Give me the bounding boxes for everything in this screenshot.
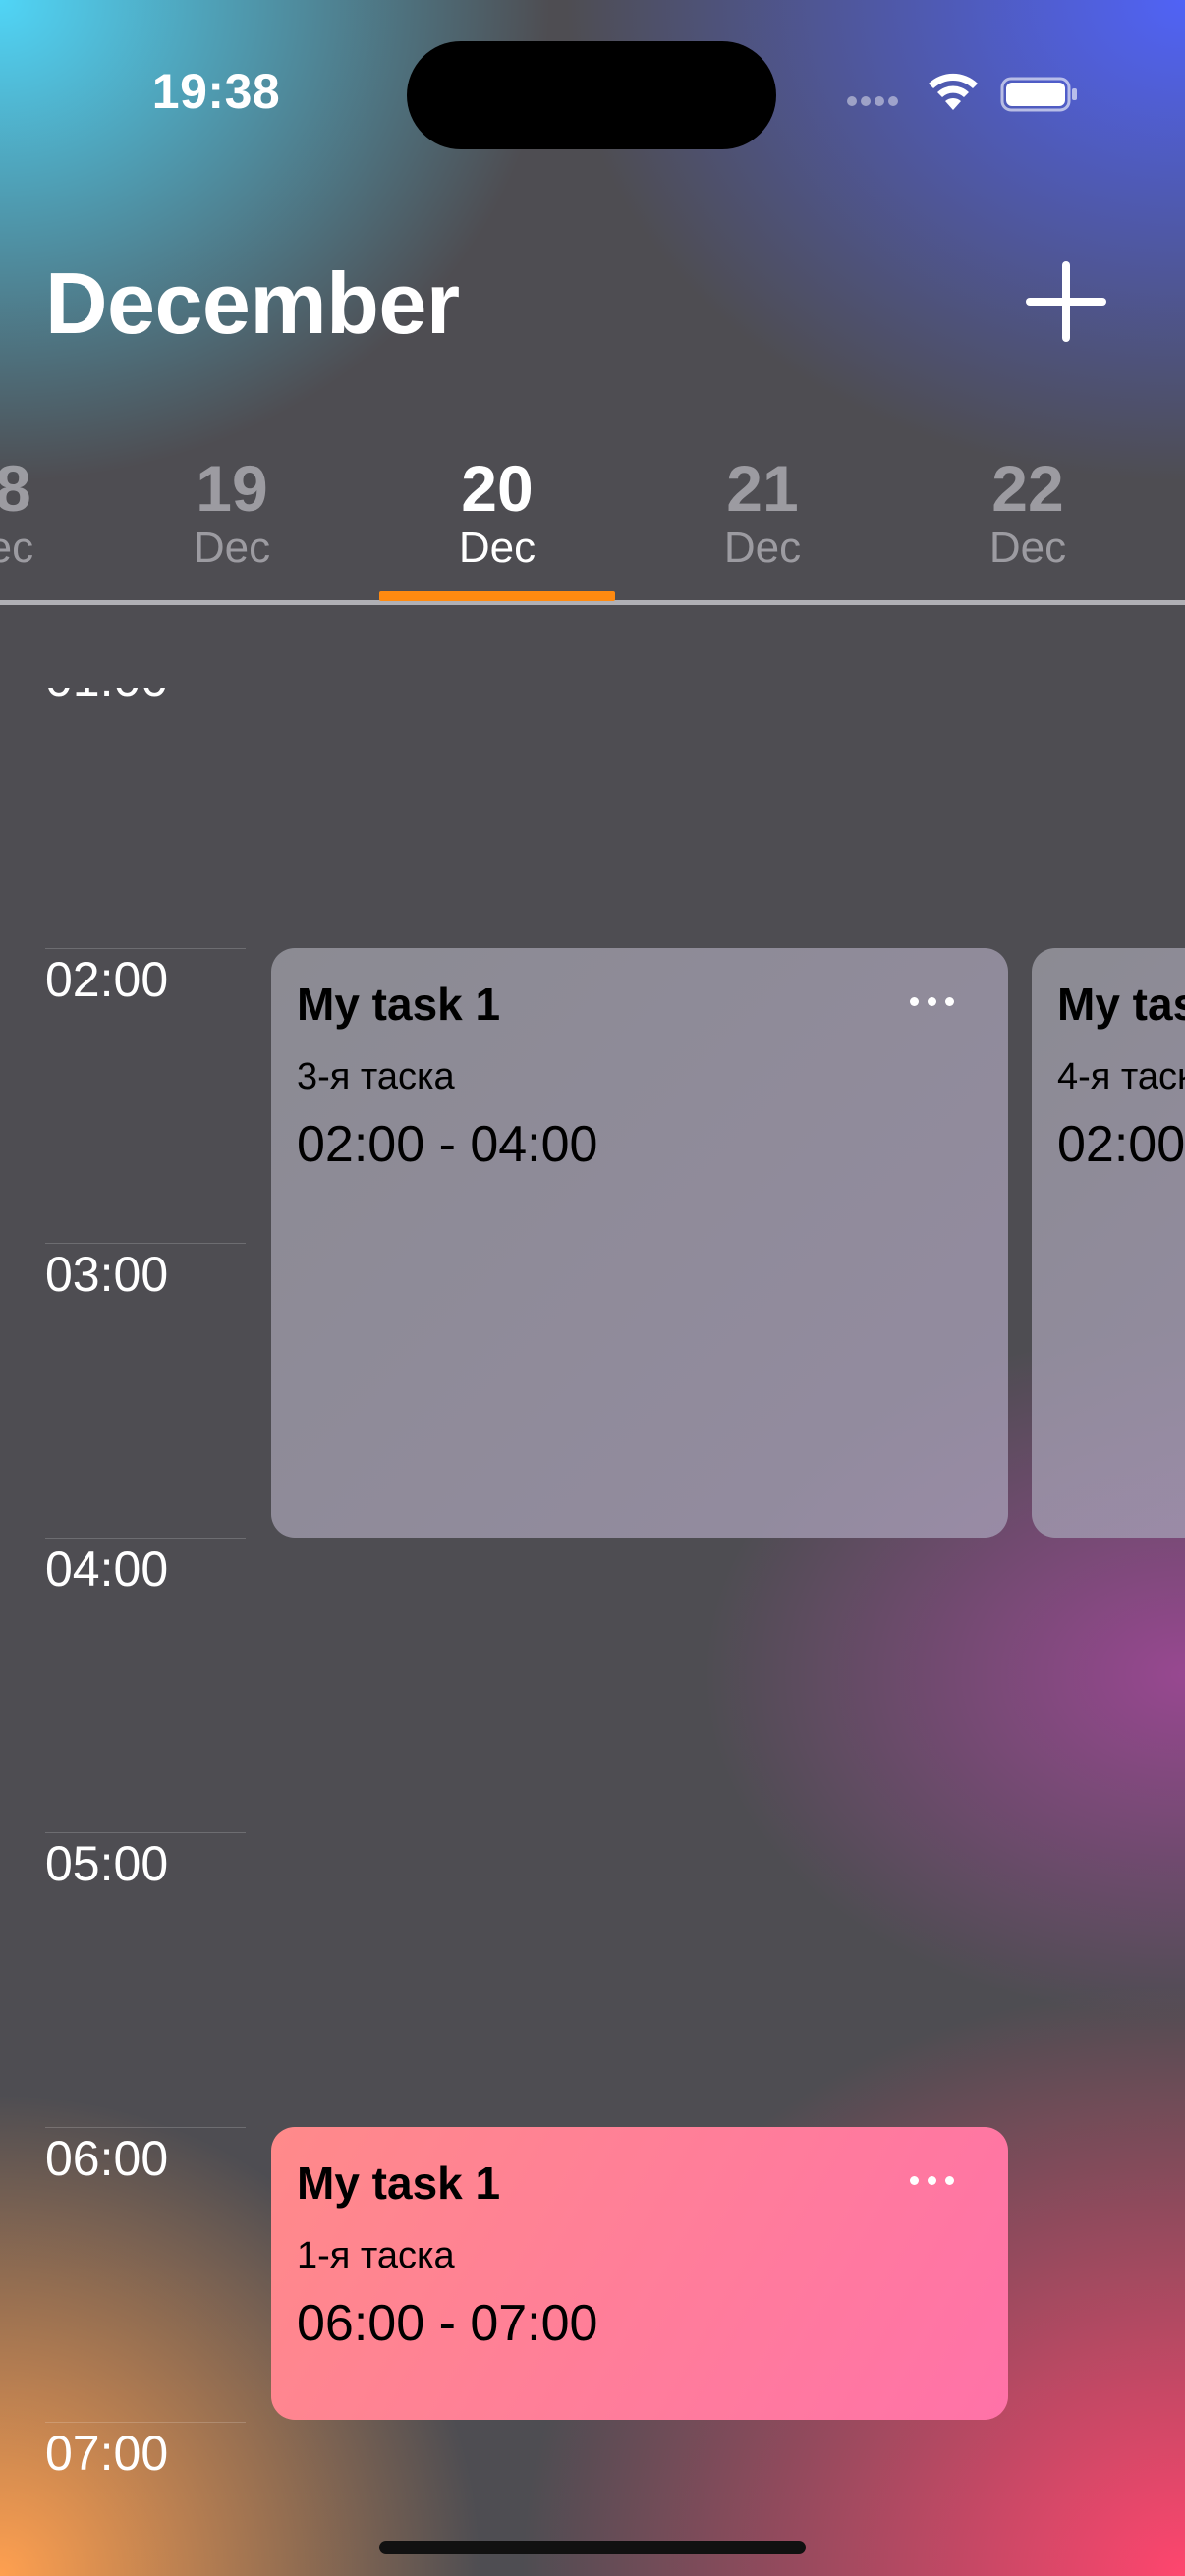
date-item[interactable]: 22 Dec <box>900 442 1156 607</box>
task-card[interactable]: My task 1 4-я таска 02:00 - 04:00 <box>1032 948 1185 1538</box>
hour-label: 03:00 <box>45 1247 169 1302</box>
task-title: My task 1 <box>1057 979 1185 1030</box>
task-subtitle: 4-я таска <box>1057 1056 1185 1097</box>
date-strip[interactable]: 18 Dec 19 Dec 20 Dec 21 Dec 22 Dec <box>0 442 1185 607</box>
wifi-icon <box>929 73 978 110</box>
month-title: December <box>45 254 460 352</box>
cellular-signal-icon <box>847 93 908 109</box>
date-day: 22 <box>991 452 1064 525</box>
hour-label: 04:00 <box>45 1541 169 1596</box>
task-card[interactable]: My task 1 3-я таска 02:00 - 04:00 <box>271 948 1008 1538</box>
status-time: 19:38 <box>151 64 281 119</box>
task-title: My task 1 <box>297 979 501 1030</box>
date-day: 21 <box>726 452 799 525</box>
date-month: Dec <box>458 524 536 572</box>
date-item[interactable]: 19 Dec <box>104 442 360 607</box>
hour-label: 06:00 <box>45 2131 169 2186</box>
date-month: Dec <box>193 524 271 572</box>
date-month: Dec <box>723 524 802 572</box>
task-subtitle: 1-я таска <box>297 2235 455 2276</box>
battery-icon <box>1000 77 1077 112</box>
hour-label-partial: 01:00 <box>45 688 173 705</box>
home-indicator[interactable] <box>379 2541 806 2554</box>
hour-label: 05:00 <box>45 1836 169 1891</box>
selected-date-indicator <box>379 591 615 601</box>
date-item-selected[interactable]: 20 Dec <box>369 442 625 607</box>
hour-label: 02:00 <box>45 952 169 1007</box>
hour-line <box>45 1832 246 1833</box>
task-title: My task 1 <box>297 2157 501 2209</box>
more-options-icon[interactable] <box>910 2176 969 2192</box>
more-options-icon[interactable] <box>910 997 969 1013</box>
date-day: 19 <box>196 452 268 525</box>
hour-line <box>45 1243 246 1244</box>
task-time: 02:00 - 04:00 <box>1057 1116 1185 1173</box>
date-day: 20 <box>461 452 534 525</box>
hour-line <box>45 1538 246 1539</box>
date-month: Dec <box>988 524 1067 572</box>
hour-line <box>45 2127 246 2128</box>
date-item[interactable]: 21 Dec <box>635 442 890 607</box>
task-subtitle: 3-я таска <box>297 1056 455 1097</box>
task-time: 06:00 - 07:00 <box>297 2295 598 2352</box>
add-task-button[interactable] <box>1022 257 1110 346</box>
hour-line <box>45 2422 246 2423</box>
task-time: 02:00 - 04:00 <box>297 1116 598 1173</box>
task-card[interactable]: My task 1 1-я таска 06:00 - 07:00 <box>271 2127 1008 2420</box>
hour-label: 07:00 <box>45 2426 169 2481</box>
dynamic-island <box>407 41 776 149</box>
hour-line <box>45 948 246 949</box>
